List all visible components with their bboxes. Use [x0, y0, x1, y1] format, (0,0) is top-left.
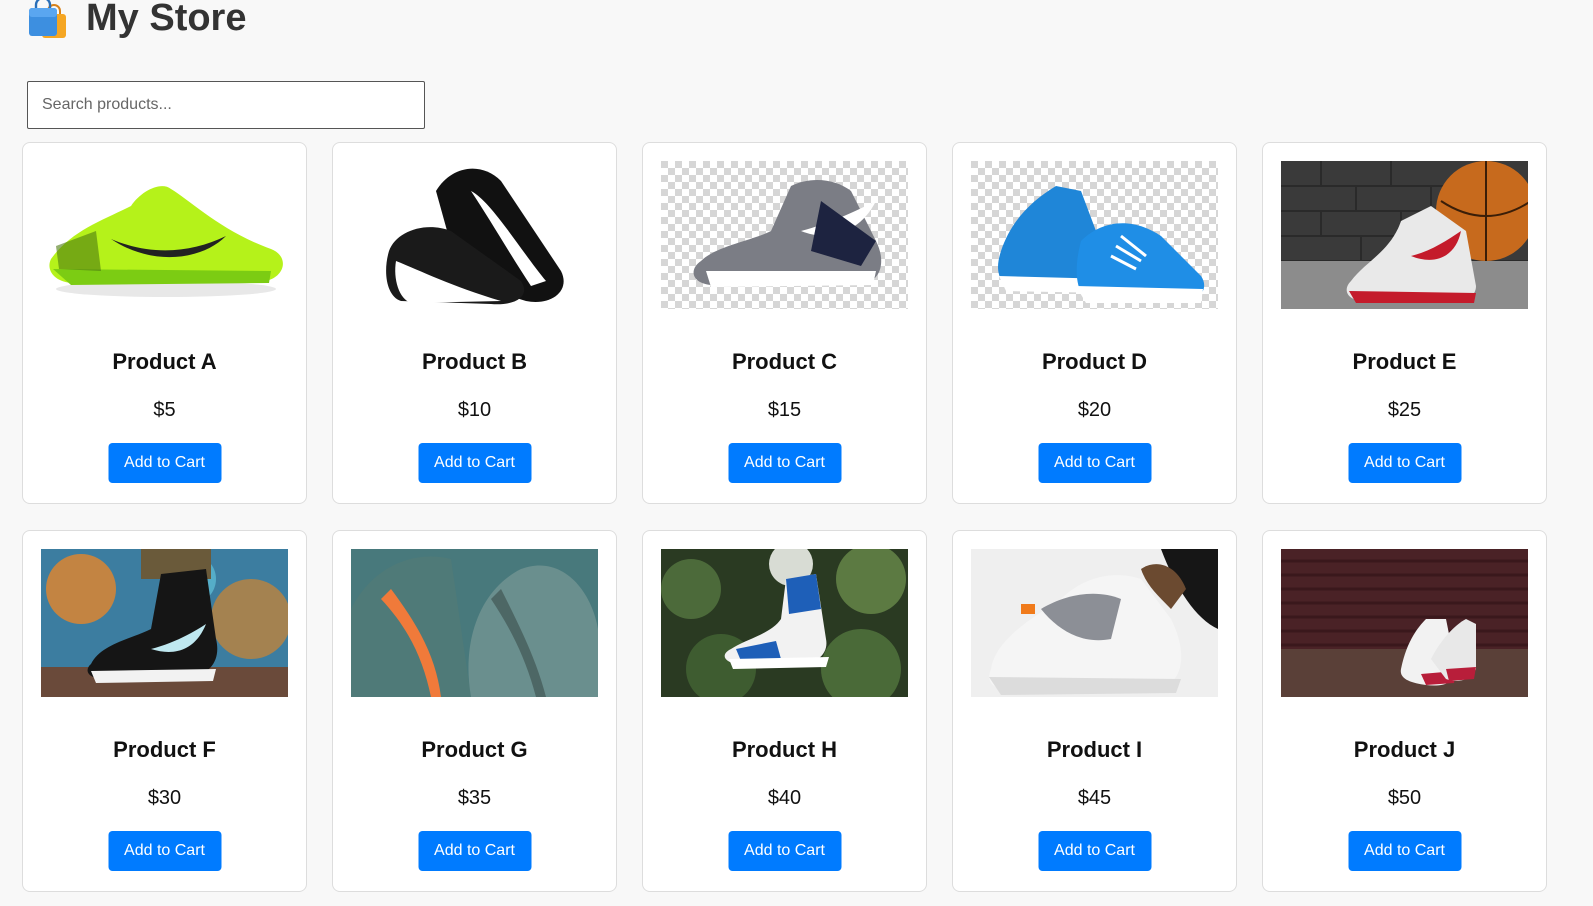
product-price: $35	[457, 787, 492, 809]
add-to-cart-button[interactable]: Add to Cart	[108, 831, 221, 871]
product-price: $45	[1077, 787, 1112, 809]
product-price: $5	[153, 399, 176, 421]
add-to-cart-button[interactable]: Add to Cart	[1348, 443, 1461, 483]
product-card: Product F $30 Add to Cart	[22, 530, 307, 892]
product-card: Product J $50 Add to Cart	[1262, 530, 1547, 892]
product-name: Product E	[1352, 349, 1457, 374]
product-image-black-white-sneakers-pair[interactable]	[351, 161, 598, 309]
add-to-cart-button[interactable]: Add to Cart	[728, 831, 841, 871]
product-name: Product F	[113, 737, 216, 762]
product-card: Product E $25 Add to Cart	[1262, 142, 1547, 504]
product-card: Product H $40 Add to Cart	[642, 530, 927, 892]
product-name: Product C	[731, 349, 838, 374]
add-to-cart-button[interactable]: Add to Cart	[418, 831, 531, 871]
search-input[interactable]	[27, 81, 425, 129]
product-card: Product B $10 Add to Cart	[332, 142, 617, 504]
product-card: Product A $5 Add to Cart	[22, 142, 307, 504]
product-name: Product G	[421, 737, 528, 762]
product-grid: Product A $5 Add to Cart Product B $10 A…	[22, 142, 1547, 892]
product-image-neon-green-running-shoe[interactable]	[41, 161, 288, 309]
page-title: My Store	[86, 0, 247, 39]
product-image-grey-knit-sneakers-orange-stripe[interactable]	[351, 549, 598, 697]
product-name: Product I	[1046, 737, 1143, 762]
add-to-cart-button[interactable]: Add to Cart	[418, 443, 531, 483]
product-image-white-grey-sneaker-in-hand[interactable]	[971, 549, 1218, 697]
product-price: $50	[1387, 787, 1422, 809]
add-to-cart-button[interactable]: Add to Cart	[108, 443, 221, 483]
product-image-blue-canvas-sneakers-on-transparent[interactable]	[971, 161, 1218, 309]
add-to-cart-button[interactable]: Add to Cart	[728, 443, 841, 483]
product-price: $20	[1077, 399, 1112, 421]
add-to-cart-button[interactable]: Add to Cart	[1348, 831, 1461, 871]
product-name: Product H	[731, 737, 838, 762]
add-to-cart-button[interactable]: Add to Cart	[1038, 443, 1151, 483]
product-name: Product A	[112, 349, 217, 374]
product-image-white-red-high-top-with-basketball[interactable]	[1281, 161, 1528, 309]
product-price: $40	[767, 787, 802, 809]
product-name: Product J	[1353, 737, 1456, 762]
product-price: $30	[147, 787, 182, 809]
product-price: $15	[767, 399, 802, 421]
product-name: Product B	[421, 349, 528, 374]
product-image-white-red-sneakers-against-shutter[interactable]	[1281, 549, 1528, 697]
product-price: $25	[1387, 399, 1422, 421]
product-price: $10	[457, 399, 492, 421]
product-image-grey-navy-high-top-on-transparent[interactable]	[661, 161, 908, 309]
product-card: Product D $20 Add to Cart	[952, 142, 1237, 504]
product-card: Product I $45 Add to Cart	[952, 530, 1237, 892]
product-card: Product C $15 Add to Cart	[642, 142, 927, 504]
header: My Store	[26, 0, 246, 40]
add-to-cart-button[interactable]: Add to Cart	[1038, 831, 1151, 871]
product-image-black-skate-shoe-on-ledge[interactable]	[41, 549, 288, 697]
product-image-blue-high-top-in-foliage[interactable]	[661, 549, 908, 697]
product-name: Product D	[1041, 349, 1148, 374]
product-card: Product G $35 Add to Cart	[332, 530, 617, 892]
shopping-bags-icon	[26, 0, 70, 40]
